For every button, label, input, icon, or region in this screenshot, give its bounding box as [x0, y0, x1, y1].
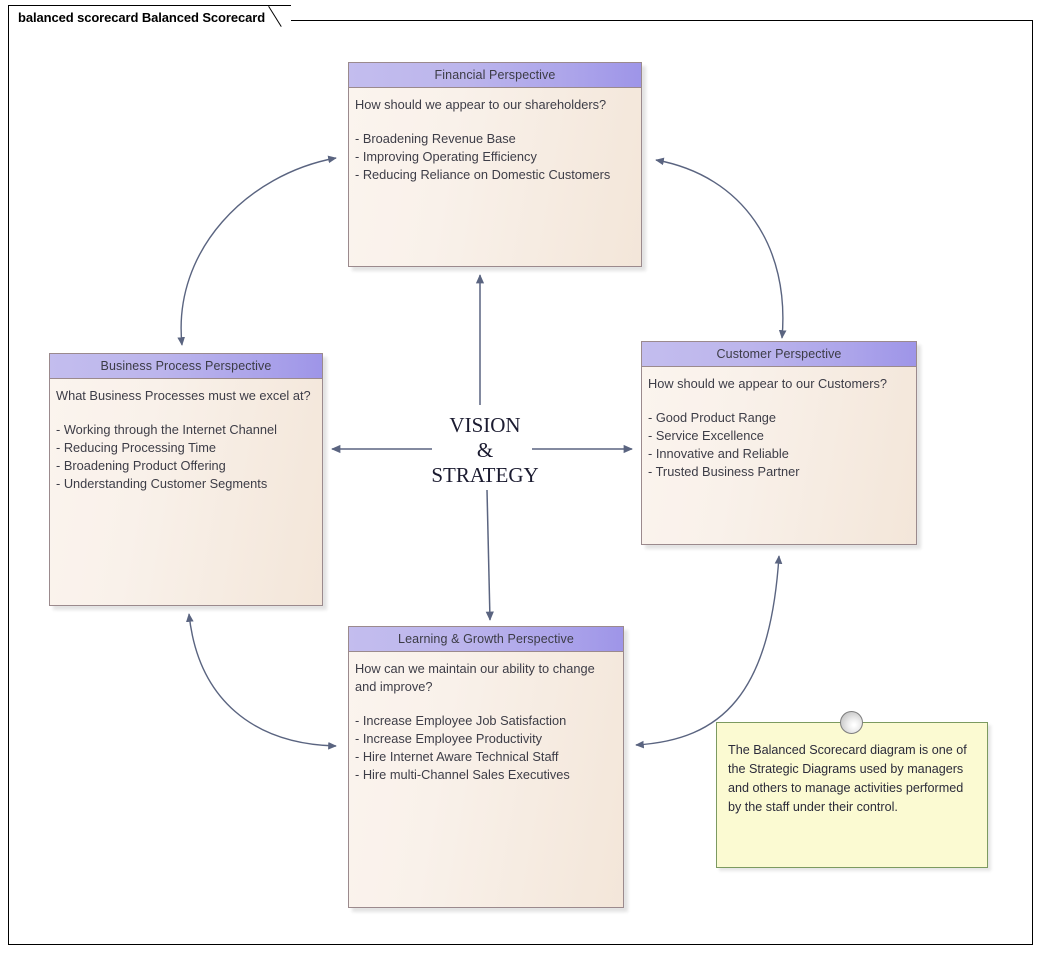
list-item: - Hire multi-Channel Sales Executives — [355, 767, 570, 782]
tab-slant-edge — [269, 6, 291, 30]
customer-perspective-title: Customer Perspective — [716, 347, 842, 361]
business-process-perspective-items: - Working through the Internet Channel -… — [56, 421, 314, 493]
strategy-line: STRATEGY — [431, 463, 539, 487]
financial-perspective-items: - Broadening Revenue Base - Improving Op… — [355, 130, 633, 184]
learning-growth-perspective-title: Learning & Growth Perspective — [398, 632, 574, 646]
customer-perspective-box[interactable]: Customer Perspective How should we appea… — [641, 341, 917, 545]
diagram-title-label: balanced scorecard Balanced Scorecard — [18, 9, 266, 25]
list-item: - Increase Employee Job Satisfaction — [355, 713, 567, 728]
list-item: - Trusted Business Partner — [648, 464, 800, 479]
tab-underline — [9, 29, 292, 30]
list-item: - Innovative and Reliable — [648, 446, 789, 461]
explanatory-note[interactable]: The Balanced Scorecard diagram is one of… — [716, 711, 988, 868]
diagram-title-tab[interactable]: balanced scorecard Balanced Scorecard — [8, 5, 292, 30]
business-process-perspective-body: What Business Processes must we excel at… — [50, 379, 322, 501]
financial-perspective-question: How should we appear to our shareholders… — [355, 97, 607, 112]
business-process-perspective-question: What Business Processes must we excel at… — [56, 388, 311, 403]
financial-perspective-title: Financial Perspective — [434, 68, 556, 82]
learning-growth-perspective-items: - Increase Employee Job Satisfaction - I… — [355, 712, 615, 784]
business-process-perspective-title: Business Process Perspective — [100, 359, 272, 373]
list-item: - Reducing Processing Time — [56, 440, 217, 455]
customer-perspective-header: Customer Perspective — [642, 342, 916, 367]
list-item: - Hire Internet Aware Technical Staff — [355, 749, 559, 764]
business-process-perspective-box[interactable]: Business Process Perspective What Busine… — [49, 353, 323, 606]
list-item: - Broadening Revenue Base — [355, 131, 516, 146]
vision-line: VISION — [449, 413, 521, 437]
list-item: - Good Product Range — [648, 410, 777, 425]
learning-growth-perspective-box[interactable]: Learning & Growth Perspective How can we… — [348, 626, 624, 908]
customer-perspective-body: How should we appear to our Customers? -… — [642, 367, 916, 489]
list-item: - Increase Employee Productivity — [355, 731, 543, 746]
list-item: - Understanding Customer Segments — [56, 476, 268, 491]
vision-strategy-label: VISION & STRATEGY — [405, 413, 565, 488]
customer-perspective-question: How should we appear to our Customers? — [648, 376, 887, 391]
financial-perspective-box[interactable]: Financial Perspective How should we appe… — [348, 62, 642, 267]
learning-growth-perspective-question: How can we maintain our ability to chang… — [355, 661, 595, 694]
learning-growth-perspective-header: Learning & Growth Perspective — [349, 627, 623, 652]
note-pin-icon — [840, 711, 863, 734]
list-item: - Service Excellence — [648, 428, 764, 443]
list-item: - Broadening Product Offering — [56, 458, 226, 473]
list-item: - Working through the Internet Channel — [56, 422, 277, 437]
customer-perspective-items: - Good Product Range - Service Excellenc… — [648, 409, 908, 481]
ampersand-line: & — [476, 438, 494, 462]
diagram-canvas: balanced scorecard Balanced Scorecard Fi… — [0, 0, 1043, 954]
list-item: - Improving Operating Efficiency — [355, 149, 537, 164]
financial-perspective-header: Financial Perspective — [349, 63, 641, 88]
note-text: The Balanced Scorecard diagram is one of… — [728, 743, 967, 814]
financial-perspective-body: How should we appear to our shareholders… — [349, 88, 641, 192]
list-item: - Reducing Reliance on Domestic Customer… — [355, 167, 611, 182]
business-process-perspective-header: Business Process Perspective — [50, 354, 322, 379]
learning-growth-perspective-body: How can we maintain our ability to chang… — [349, 652, 623, 792]
